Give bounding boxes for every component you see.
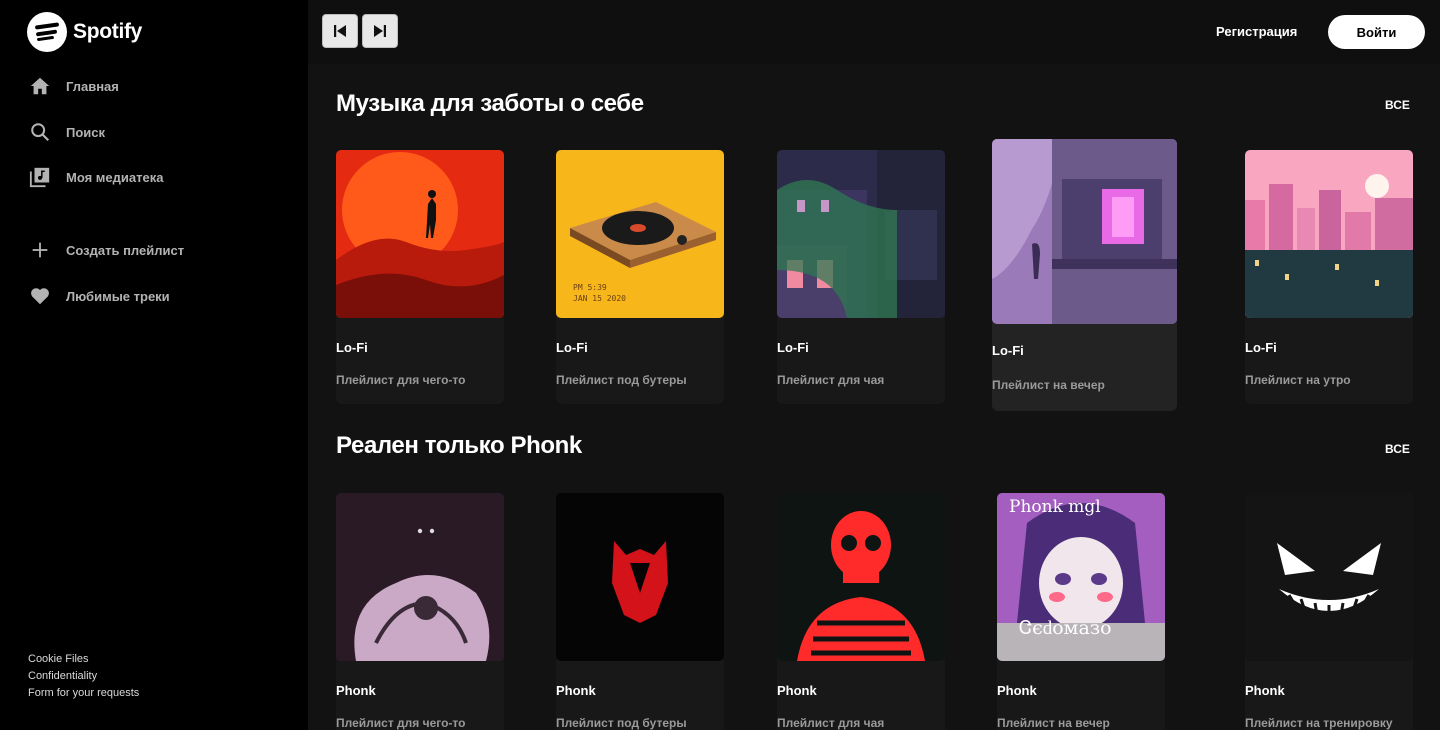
sidebar-item-label: Создать плейлист: [66, 242, 185, 258]
playlist-cover: [1245, 493, 1413, 661]
sidebar-item-home[interactable]: Главная: [28, 74, 119, 98]
sidebar: Spotify Главная Поиск Моя медиатека Созд…: [0, 0, 308, 730]
section-title: Музыка для заботы о себе: [336, 90, 644, 117]
sidebar-item-library[interactable]: Моя медиатека: [28, 165, 163, 189]
playlist-card[interactable]: Lo-Fi Плейлист для чая: [777, 150, 945, 404]
playlist-card[interactable]: Phonk Плейлист под бутеры: [556, 493, 724, 730]
card-subtitle: Плейлист для чая: [777, 716, 885, 730]
card-title: Lo-Fi: [992, 343, 1024, 358]
card-title: Phonk: [777, 683, 817, 698]
logo-text: Spotify: [73, 20, 143, 43]
footer-link-requests[interactable]: Form for your requests: [28, 685, 139, 702]
footer-links: Cookie Files Confidentiality Form for yo…: [28, 651, 139, 702]
see-all-link[interactable]: ВСЕ: [1385, 442, 1410, 456]
card-subtitle: Плейлист для чая: [777, 373, 885, 387]
footer-link-cookie[interactable]: Cookie Files: [28, 651, 139, 668]
cover-time-text: PM 5:39: [573, 283, 607, 292]
playlist-cover: [777, 150, 945, 318]
playlist-card[interactable]: Phonk Плейлист для чая: [777, 493, 945, 730]
skip-back-icon: [334, 25, 346, 37]
login-button[interactable]: Войти: [1328, 15, 1425, 49]
sidebar-item-label: Любимые треки: [66, 288, 170, 304]
card-title: Phonk: [1245, 683, 1285, 698]
sidebar-item-label: Поиск: [66, 124, 106, 140]
heart-icon: [28, 284, 52, 308]
card-title: Phonk: [997, 683, 1037, 698]
section-title: Реален только Phonk: [336, 432, 582, 459]
card-subtitle: Плейлист на тренировку: [1245, 716, 1393, 730]
playlist-card[interactable]: Lo-Fi Плейлист на утро: [1245, 150, 1413, 404]
playlist-cover: [992, 139, 1177, 324]
library-icon: [28, 165, 52, 189]
plus-icon: [28, 238, 52, 262]
cover-date-text: JAN 15 2020: [573, 294, 626, 303]
card-subtitle: Плейлист для чего-то: [336, 716, 466, 730]
playlist-cover: [777, 493, 945, 661]
card-title: Lo-Fi: [336, 340, 368, 355]
cover-top-text: Phonk mgl: [1009, 497, 1101, 517]
card-subtitle: Плейлист на утро: [1245, 373, 1351, 387]
card-subtitle: Плейлист на вечер: [997, 716, 1110, 730]
playlist-card[interactable]: Phonk mgl Ꮳєԁомазо Phonk Плейлист на веч…: [997, 493, 1165, 730]
card-subtitle: Плейлист под бутеры: [556, 716, 687, 730]
card-subtitle: Плейлист под бутеры: [556, 373, 687, 387]
playlist-cover: [336, 150, 504, 318]
previous-button[interactable]: [322, 14, 358, 48]
sidebar-item-search[interactable]: Поиск: [28, 120, 105, 144]
card-title: Lo-Fi: [556, 340, 588, 355]
playlist-card[interactable]: PM 5:39 JAN 15 2020 Lo-Fi Плейлист под б…: [556, 150, 724, 404]
register-link[interactable]: Регистрация: [1216, 24, 1297, 39]
see-all-link[interactable]: ВСЕ: [1385, 98, 1410, 112]
sidebar-item-liked-songs[interactable]: Любимые треки: [28, 284, 170, 308]
sidebar-item-label: Главная: [66, 78, 119, 94]
playlist-cover: [1245, 150, 1413, 318]
sidebar-item-label: Моя медиатека: [66, 169, 164, 185]
card-title: Phonk: [556, 683, 596, 698]
card-title: Phonk: [336, 683, 376, 698]
playlist-card[interactable]: Lo-Fi Плейлист на вечер: [992, 139, 1177, 411]
card-title: Lo-Fi: [1245, 340, 1277, 355]
card-title: Lo-Fi: [777, 340, 809, 355]
playlist-card[interactable]: Phonk Плейлист на тренировку: [1245, 493, 1413, 730]
spotify-logo-icon: [27, 12, 67, 52]
main-content: Музыка для заботы о себе ВСЕ Lo-Fi Плейл…: [308, 64, 1440, 730]
cover-bottom-text: Ꮳєԁомазо: [1019, 617, 1112, 639]
playlist-card[interactable]: Lo-Fi Плейлист для чего-то: [336, 150, 504, 404]
playlist-cover: [556, 493, 724, 661]
search-icon: [28, 120, 52, 144]
sidebar-item-create-playlist[interactable]: Создать плейлист: [28, 238, 184, 262]
card-subtitle: Плейлист на вечер: [992, 378, 1105, 392]
playlist-cover: [336, 493, 504, 661]
spotify-logo[interactable]: Spotify: [27, 12, 142, 52]
skip-forward-icon: [374, 25, 386, 37]
home-icon: [28, 74, 52, 98]
next-button[interactable]: [362, 14, 398, 48]
card-subtitle: Плейлист для чего-то: [336, 373, 466, 387]
topbar: Регистрация Войти: [308, 0, 1440, 64]
playlist-card[interactable]: Phonk Плейлист для чего-то: [336, 493, 504, 730]
footer-link-confidentiality[interactable]: Confidentiality: [28, 668, 139, 685]
